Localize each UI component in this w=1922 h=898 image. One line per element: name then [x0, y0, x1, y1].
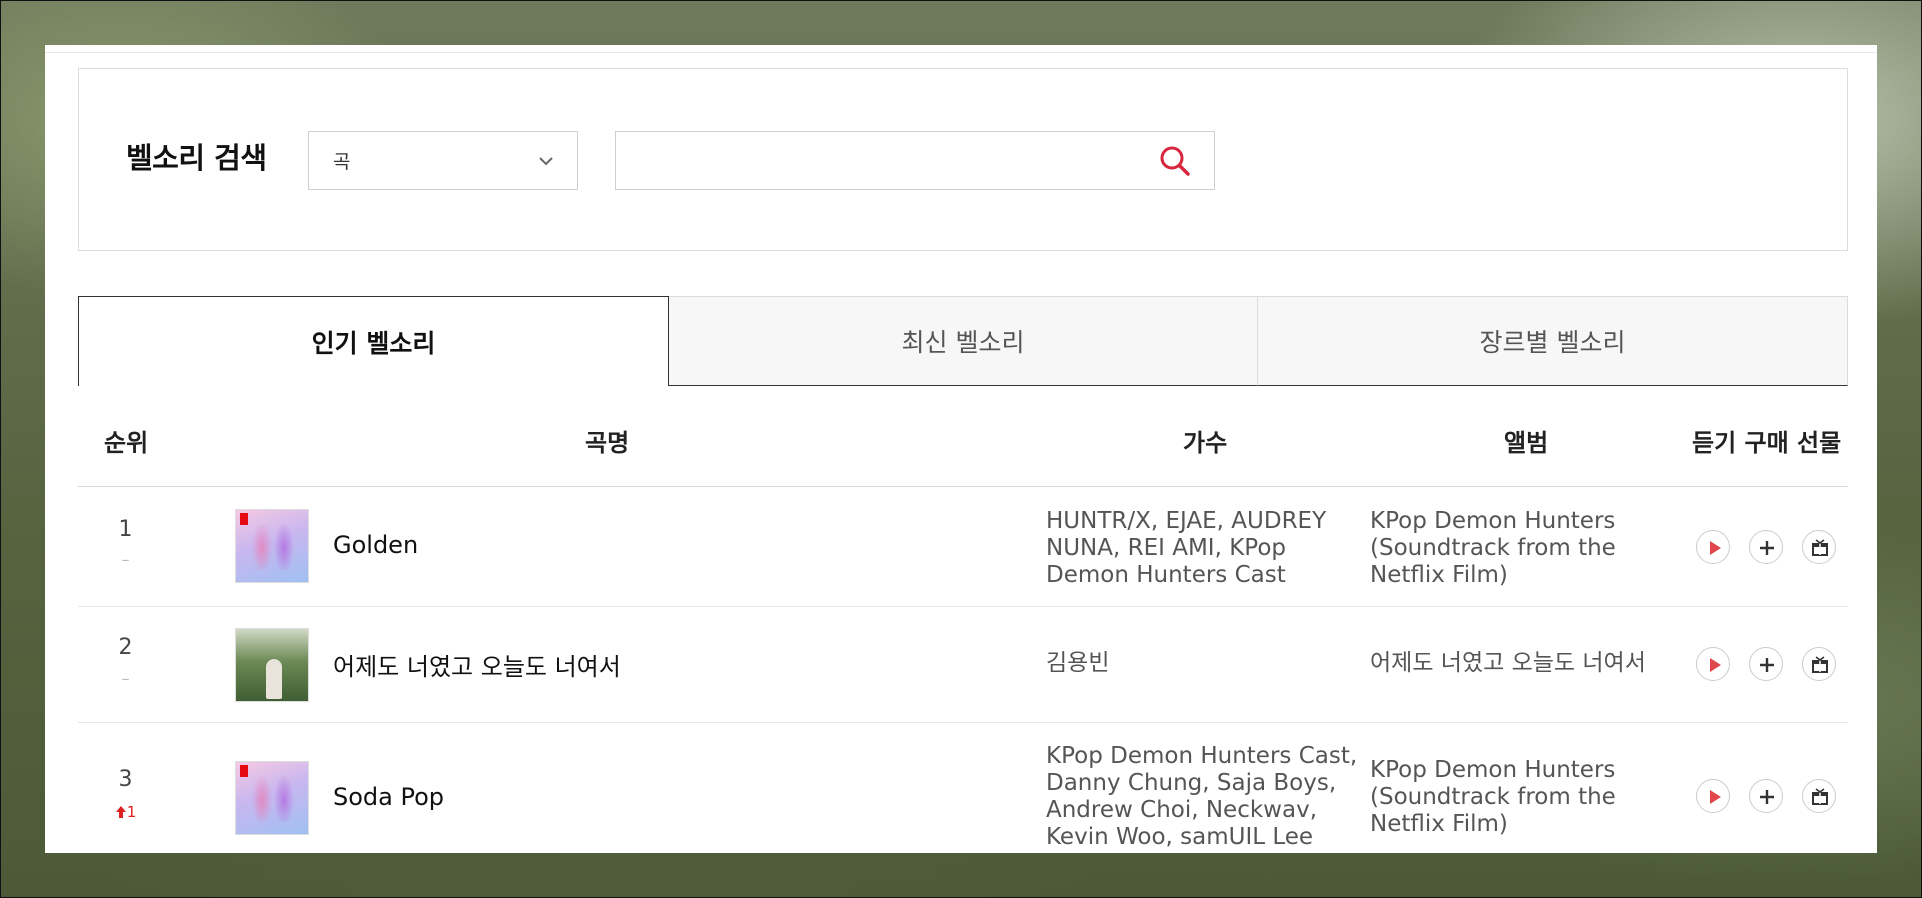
gift-icon [1812, 656, 1828, 673]
album-cover[interactable] [235, 761, 309, 835]
ringtone-search-box: 벨소리 검색 곡 [78, 68, 1848, 251]
chevron-down-icon [539, 157, 553, 166]
buy-button[interactable] [1749, 647, 1783, 681]
plus-icon [1760, 790, 1774, 804]
netflix-logo-icon [240, 513, 248, 525]
song-artist[interactable]: HUNTR/X, EJAE, AUDREY NUNA, REI AMI, KPo… [1046, 508, 1366, 589]
table-row: 2 – 어제도 너였고 오늘도 너여서 김용빈 어제도 너였고 오늘도 너여서 [78, 607, 1848, 723]
search-title: 벨소리 검색 [126, 141, 267, 175]
buy-button[interactable] [1749, 530, 1783, 564]
album-art [250, 776, 296, 822]
tab-latest[interactable]: 최신 벨소리 [669, 296, 1258, 386]
play-button[interactable] [1696, 530, 1730, 564]
rank-change: 1 [78, 803, 173, 821]
ringtone-panel: 벨소리 검색 곡 인기 벨소리 최신 벨소리 장르별 벨소리 순위 곡명 가수 … [45, 45, 1877, 853]
song-title[interactable]: 어제도 너였고 오늘도 너여서 [333, 647, 621, 682]
play-button[interactable] [1696, 779, 1730, 813]
play-icon [1710, 541, 1721, 555]
song-title[interactable]: Soda Pop [333, 783, 444, 811]
album-cover[interactable] [235, 628, 309, 702]
album-cover[interactable] [235, 509, 309, 583]
tab-genre[interactable]: 장르별 벨소리 [1258, 296, 1848, 386]
header-actions: 듣기 구매 선물 [1692, 429, 1842, 457]
gift-button[interactable] [1802, 530, 1836, 564]
gift-button[interactable] [1802, 779, 1836, 813]
play-button[interactable] [1696, 647, 1730, 681]
rank-change: – [121, 669, 130, 688]
gift-icon [1812, 539, 1828, 556]
divider [45, 52, 1877, 53]
play-icon [1710, 790, 1721, 804]
song-album[interactable]: KPop Demon Hunters (Soundtrack from the … [1370, 508, 1690, 589]
buy-button[interactable] [1749, 779, 1783, 813]
rank-change: – [121, 550, 130, 569]
header-rank: 순위 [104, 429, 149, 457]
rank-number: 2 [118, 635, 133, 660]
play-icon [1710, 658, 1721, 672]
netflix-logo-icon [240, 765, 248, 777]
search-category-select[interactable]: 곡 [308, 131, 578, 190]
song-artist[interactable]: KPop Demon Hunters Cast, Danny Chung, Sa… [1046, 743, 1366, 851]
rank-number: 1 [118, 517, 133, 542]
gift-button[interactable] [1802, 647, 1836, 681]
search-icon[interactable] [1158, 144, 1192, 178]
song-album[interactable]: 어제도 너였고 오늘도 너여서 [1370, 650, 1690, 677]
header-artist: 가수 [1183, 429, 1228, 457]
search-field [615, 131, 1215, 190]
header-title: 곡명 [585, 429, 630, 457]
table-row: 3 1 Soda Pop KPop Demon Hunters Cast, Da… [78, 723, 1848, 853]
rank-number: 3 [118, 767, 133, 792]
table-row: 1 – Golden HUNTR/X, EJAE, AUDREY NUNA, R… [78, 487, 1848, 607]
ringtone-table: 순위 곡명 가수 앨범 듣기 구매 선물 1 – Golden HUNTR/X,… [78, 386, 1848, 853]
plus-icon [1760, 541, 1774, 555]
song-title[interactable]: Golden [333, 531, 418, 559]
song-artist[interactable]: 김용빈 [1046, 650, 1366, 677]
gift-icon [1812, 788, 1828, 805]
album-art [266, 659, 282, 699]
plus-icon [1760, 658, 1774, 672]
table-header: 순위 곡명 가수 앨범 듣기 구매 선물 [78, 386, 1848, 487]
tab-popular[interactable]: 인기 벨소리 [78, 296, 669, 386]
arrow-up-icon [115, 806, 126, 818]
ringtone-tabs: 인기 벨소리 최신 벨소리 장르별 벨소리 [78, 296, 1848, 386]
header-album: 앨범 [1504, 429, 1549, 457]
search-category-value: 곡 [333, 151, 351, 173]
search-input[interactable] [628, 140, 1132, 182]
song-album[interactable]: KPop Demon Hunters (Soundtrack from the … [1370, 757, 1690, 838]
rank-change-value: 1 [126, 803, 137, 821]
album-art [250, 524, 296, 570]
